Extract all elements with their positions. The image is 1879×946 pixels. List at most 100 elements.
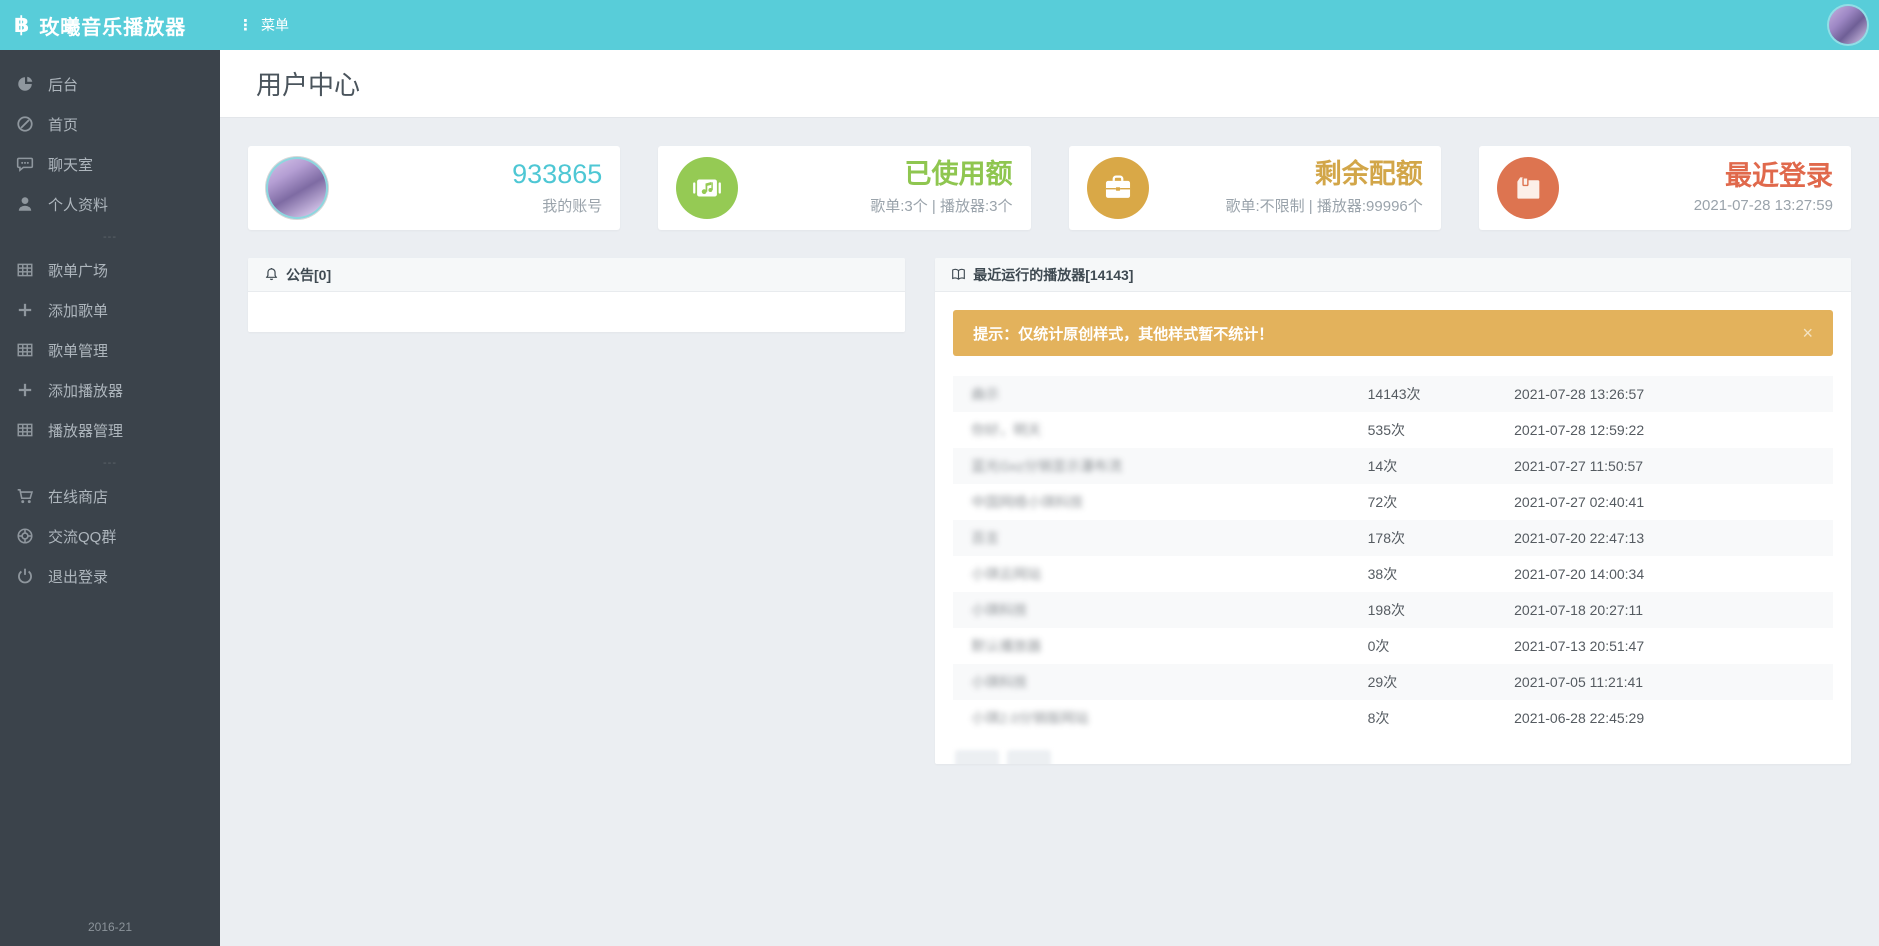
sidebar-item-home[interactable]: 首页 [0, 104, 220, 144]
last-run-time: 2021-07-28 12:59:22 [1514, 422, 1833, 438]
sidebar-item-qq-group[interactable]: 交流QQ群 [0, 516, 220, 556]
sidebar-item-profile[interactable]: 个人资料 [0, 184, 220, 224]
tip-banner-text: 提示：仅统计原创样式，其他样式暂不统计！ [973, 323, 1802, 344]
last-run-time: 2021-07-18 20:27:11 [1514, 602, 1833, 618]
grid-icon [16, 261, 34, 279]
stat-card-account: 933865 我的账号 [248, 146, 620, 230]
notice-panel-body [248, 292, 905, 332]
players-table: 曲示 14143次 2021-07-28 13:26:57 你好，明天 535次… [953, 376, 1833, 736]
notice-panel-title: 公告[0] [286, 265, 331, 285]
notice-panel-header: 公告[0] [248, 258, 905, 292]
player-row[interactable]: 小琪科技 29次 2021-07-05 11:21:41 [953, 664, 1833, 700]
page-title-band: 用户中心 [220, 50, 1879, 118]
player-row[interactable]: 中国网络小琪科技 72次 2021-07-27 02:40:41 [953, 484, 1833, 520]
chat-icon [16, 155, 34, 173]
music-icon [676, 157, 738, 219]
tip-banner: 提示：仅统计原创样式，其他样式暂不统计！ × [953, 310, 1833, 356]
player-name: 小琪科技 [971, 672, 1367, 692]
plus-icon [16, 301, 34, 319]
sidebar: 后台 首页 聊天室 个人资料 --- 歌单广场 添加歌单 歌单管理 [0, 50, 220, 946]
panels-row: 公告[0] 最近运行的播放器[14143] 提示：仅统计原创样式，其他样式暂不统… [248, 258, 1851, 764]
globe-icon [16, 527, 34, 545]
sidebar-footer-years: 2016-21 [0, 920, 220, 934]
player-name: 中国网络小琪科技 [971, 492, 1367, 512]
baht-logo-icon: ฿ [14, 12, 29, 38]
stat-card-remaining-quota: 剩余配额 歌单:不限制 | 播放器:99996个 [1069, 146, 1441, 230]
sidebar-item-player-manage[interactable]: 播放器管理 [0, 410, 220, 450]
player-row[interactable]: 小琪2.0分销版网站 8次 2021-06-28 22:45:29 [953, 700, 1833, 736]
last-run-time: 2021-07-13 20:51:47 [1514, 638, 1833, 654]
last-run-time: 2021-07-05 11:21:41 [1514, 674, 1833, 690]
sidebar-item-playlist-plaza[interactable]: 歌单广场 [0, 250, 220, 290]
player-name: 默认播放器 [971, 636, 1367, 656]
sidebar-item-backend[interactable]: 后台 [0, 64, 220, 104]
player-name: 小琪科技 [971, 600, 1367, 620]
player-row[interactable]: 小琪科技 198次 2021-07-18 20:27:11 [953, 592, 1833, 628]
account-avatar [266, 157, 328, 219]
play-count: 29次 [1368, 672, 1515, 692]
brand: ฿ 玫曦音乐播放器 [0, 11, 220, 40]
pagination-stub[interactable] [953, 750, 1833, 764]
player-name: 曲示 [971, 384, 1367, 404]
sidebar-item-chatroom[interactable]: 聊天室 [0, 144, 220, 184]
player-row[interactable]: 你好，明天 535次 2021-07-28 12:59:22 [953, 412, 1833, 448]
last-run-time: 2021-07-28 13:26:57 [1514, 386, 1833, 402]
player-row[interactable]: 曲示 14143次 2021-07-28 13:26:57 [953, 376, 1833, 412]
sidebar-item-online-store[interactable]: 在线商店 [0, 476, 220, 516]
players-panel-header: 最近运行的播放器[14143] [935, 258, 1851, 292]
notice-panel: 公告[0] [248, 258, 905, 332]
sidebar-divider: --- [0, 224, 220, 250]
banner-close-button[interactable]: × [1802, 324, 1813, 342]
grid-icon [16, 421, 34, 439]
bell-icon [264, 267, 279, 282]
player-row[interactable]: 蓝光Gxz分销显示瀑布流 14次 2021-07-27 11:50:57 [953, 448, 1833, 484]
briefcase-icon [1087, 157, 1149, 219]
user-avatar[interactable] [1829, 6, 1867, 44]
play-count: 14143次 [1368, 384, 1515, 404]
used-quota-detail: 歌单:3个 | 播放器:3个 [738, 195, 1012, 216]
play-count: 535次 [1368, 420, 1515, 440]
sidebar-divider: --- [0, 450, 220, 476]
pie-icon [16, 75, 34, 93]
play-count: 8次 [1368, 708, 1515, 728]
plus-icon [16, 381, 34, 399]
last-run-time: 2021-07-27 02:40:41 [1514, 494, 1833, 510]
main-content: 用户中心 933865 我的账号 已使用额 [220, 50, 1879, 946]
remaining-quota-detail: 歌单:不限制 | 播放器:99996个 [1149, 195, 1423, 216]
wallet-icon [1497, 157, 1559, 219]
account-number: 933865 [328, 160, 602, 190]
menu-toggle-button[interactable]: ⋮ 菜单 [238, 15, 289, 35]
play-count: 0次 [1368, 636, 1515, 656]
remaining-quota-title: 剩余配额 [1149, 160, 1423, 190]
stat-cards: 933865 我的账号 已使用额 歌单:3个 | 播放器:3个 [248, 146, 1851, 230]
players-panel-title: 最近运行的播放器[14143] [973, 265, 1133, 285]
player-name: 小琪云网站 [971, 564, 1367, 584]
app-window: ฿ 玫曦音乐播放器 ⋮ 菜单 后台 首页 聊天室 个人资料 --- [0, 0, 1879, 946]
stat-card-used-quota: 已使用额 歌单:3个 | 播放器:3个 [658, 146, 1030, 230]
book-icon [951, 267, 966, 282]
sidebar-nav: 后台 首页 聊天室 个人资料 --- 歌单广场 添加歌单 歌单管理 [0, 50, 220, 596]
account-label: 我的账号 [328, 195, 602, 216]
players-panel: 最近运行的播放器[14143] 提示：仅统计原创样式，其他样式暂不统计！ × 曲… [935, 258, 1851, 764]
player-row[interactable]: 默认播放器 0次 2021-07-13 20:51:47 [953, 628, 1833, 664]
sidebar-item-playlist-manage[interactable]: 歌单管理 [0, 330, 220, 370]
stat-card-last-login: 最近登录 2021-07-28 13:27:59 [1479, 146, 1851, 230]
player-row[interactable]: 百言 178次 2021-07-20 22:47:13 [953, 520, 1833, 556]
grid-icon [16, 341, 34, 359]
player-name: 小琪2.0分销版网站 [971, 708, 1367, 728]
content-area: 933865 我的账号 已使用额 歌单:3个 | 播放器:3个 [220, 118, 1879, 764]
menu-label: 菜单 [261, 15, 289, 35]
last-run-time: 2021-07-27 11:50:57 [1514, 458, 1833, 474]
player-row[interactable]: 小琪云网站 38次 2021-07-20 14:00:34 [953, 556, 1833, 592]
sidebar-item-logout[interactable]: 退出登录 [0, 556, 220, 596]
player-name: 你好，明天 [971, 420, 1367, 440]
cart-icon [16, 487, 34, 505]
play-count: 14次 [1368, 456, 1515, 476]
last-login-title: 最近登录 [1559, 162, 1833, 192]
compass-icon [16, 115, 34, 133]
last-run-time: 2021-06-28 22:45:29 [1514, 710, 1833, 726]
sidebar-item-add-player[interactable]: 添加播放器 [0, 370, 220, 410]
sidebar-item-add-playlist[interactable]: 添加歌单 [0, 290, 220, 330]
menu-dots-icon: ⋮ [238, 18, 253, 33]
last-login-time: 2021-07-28 13:27:59 [1559, 197, 1833, 214]
